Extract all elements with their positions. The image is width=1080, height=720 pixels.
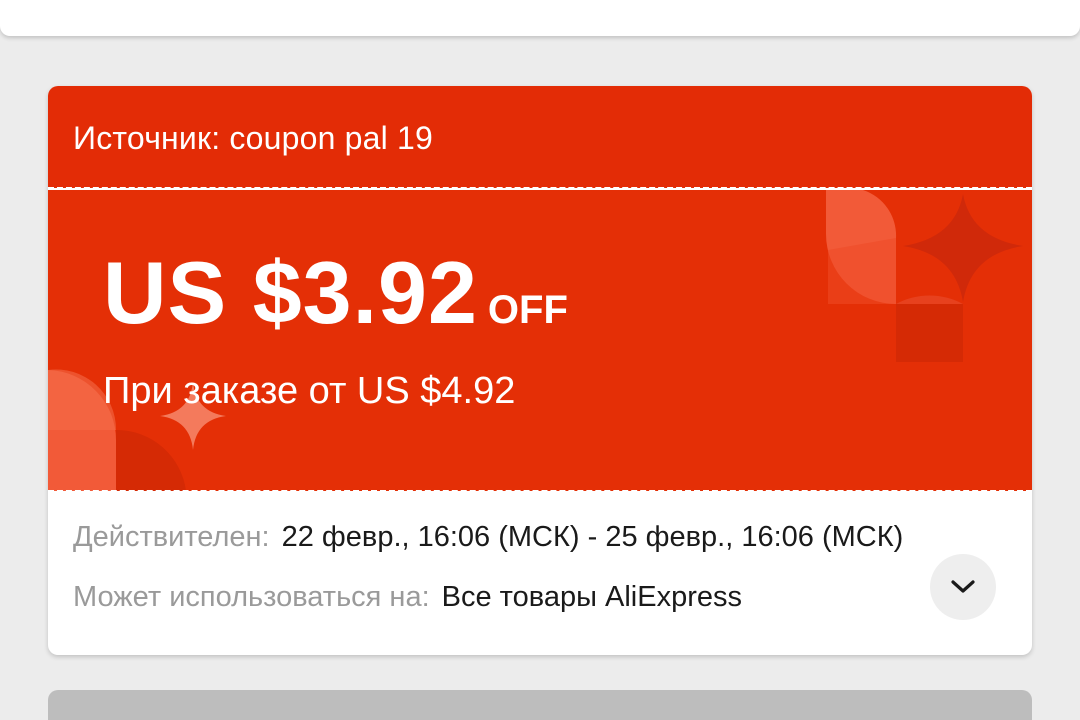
validity-label: Действителен:: [73, 521, 270, 553]
coupon-perforation-top: [48, 187, 1032, 190]
coupon-source-header: Источник: coupon pal 19: [48, 86, 1032, 188]
validity-row: Действителен: 22 февр., 16:06 (МСК) - 25 …: [73, 521, 903, 554]
discount-off-label: OFF: [487, 288, 568, 332]
coupon-discount-panel: US $3.92 OFF При заказе от US $4.92: [48, 190, 1032, 491]
discount-amount-row: US $3.92 OFF: [103, 242, 568, 344]
coupon-perforation-bottom: [48, 490, 1032, 493]
coupon-source-text: Источник: coupon pal 19: [73, 120, 434, 156]
min-order-text: При заказе от US $4.92: [103, 370, 516, 412]
previous-card: [0, 0, 1080, 36]
validity-value: 22 февр., 16:06 (МСК) - 25 февр., 16:06 …: [281, 521, 904, 553]
usage-label: Может использоваться на:: [73, 581, 430, 613]
chevron-down-icon: [951, 580, 975, 593]
usage-row: Может использоваться на: Все товары AliEx…: [73, 581, 742, 614]
usage-value: Все товары AliExpress: [441, 581, 742, 613]
next-card: [48, 690, 1032, 720]
expand-details-button[interactable]: [930, 554, 996, 620]
coupon-card[interactable]: Источник: coupon pal 19 US $3.92 OFF При …: [48, 86, 1032, 655]
discount-amount: US $3.92: [103, 243, 478, 342]
